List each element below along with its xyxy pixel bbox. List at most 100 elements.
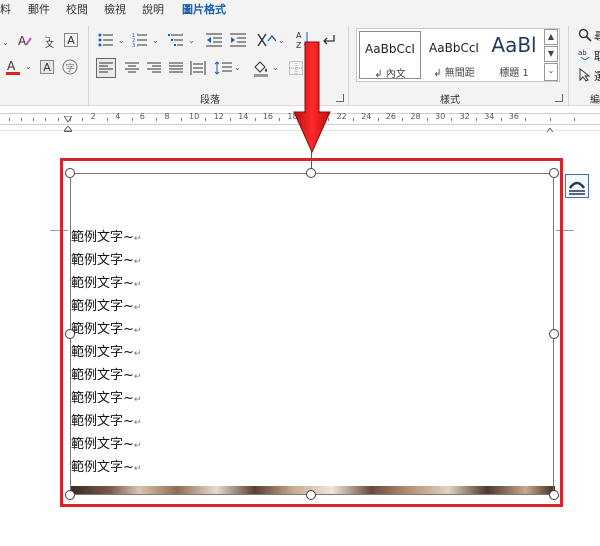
ruler-number: 12: [213, 112, 224, 121]
bullets-caret-icon[interactable]: ⌄: [118, 36, 125, 45]
highlight-box: [60, 158, 563, 507]
tab-mailings[interactable]: 郵件: [28, 1, 50, 17]
align-right-icon[interactable]: [144, 58, 164, 78]
paragraph-group-label: 段落: [200, 95, 220, 106]
ruler-tick: [45, 118, 47, 121]
ruler-number: 30: [435, 112, 446, 121]
tab-picture-format[interactable]: 圖片格式: [182, 1, 226, 17]
styles-group-label: 樣式: [440, 95, 460, 106]
line-spacing-icon[interactable]: [214, 58, 232, 78]
svg-text:A: A: [7, 59, 16, 73]
ruler-tick: [475, 118, 477, 121]
ruler-number: 6: [139, 112, 145, 121]
ruler-tick: [8, 118, 10, 121]
ruler-number: 26: [385, 112, 396, 121]
distributed-icon[interactable]: [188, 58, 208, 78]
ruler-tick: [451, 118, 453, 121]
multilevel-list-icon[interactable]: [168, 32, 184, 48]
shading-icon[interactable]: [252, 58, 270, 78]
numbering-icon[interactable]: 123: [132, 32, 148, 48]
ruler-tick: [57, 118, 59, 121]
layout-options-icon: [568, 181, 586, 195]
ruler-tick: [229, 118, 231, 121]
shading-caret-icon[interactable]: ⌄: [272, 63, 279, 72]
font-size-caret-icon[interactable]: ⌄: [2, 38, 9, 47]
ruler-tick: [180, 118, 182, 121]
first-line-indent-marker-icon[interactable]: [63, 109, 73, 123]
ruler-tick: [500, 118, 502, 121]
ruler-number: 8: [164, 112, 170, 121]
style-no-spacing-name: ↲ 無間距: [433, 68, 475, 79]
font-color-caret-icon[interactable]: ⌄: [25, 62, 32, 71]
ruler-number: 24: [361, 112, 372, 121]
layout-options-button[interactable]: [565, 174, 589, 198]
svg-text:A: A: [18, 34, 27, 47]
ribbon-separator: [88, 26, 89, 106]
svg-text:文: 文: [45, 38, 54, 48]
hanging-indent-marker-icon[interactable]: [62, 121, 74, 136]
decrease-indent-icon[interactable]: [206, 32, 222, 48]
increase-indent-icon[interactable]: [230, 32, 246, 48]
gallery-scroll-up-icon[interactable]: ▲: [544, 29, 558, 45]
ruler-tick: [205, 118, 207, 121]
select-label[interactable]: 選: [594, 68, 600, 84]
right-indent-marker-icon[interactable]: [545, 121, 555, 135]
svg-text:字: 字: [66, 62, 75, 74]
line-spacing-caret-icon[interactable]: ⌄: [234, 63, 241, 72]
bullets-icon[interactable]: [98, 32, 114, 48]
justify-icon[interactable]: [166, 58, 186, 78]
phonetic-guide-icon[interactable]: ㄅ文: [42, 32, 58, 48]
ruler-number: 36: [508, 112, 519, 121]
tab-references[interactable]: 料: [0, 1, 11, 17]
ruler-number: 32: [459, 112, 470, 121]
multilevel-caret-icon[interactable]: ⌄: [188, 36, 195, 45]
ruler-tick: [352, 118, 354, 121]
enclose-characters-icon[interactable]: 字: [62, 59, 78, 75]
ruler-tick: [402, 118, 404, 121]
replace-label[interactable]: 取: [594, 48, 600, 64]
tab-review[interactable]: 校閱: [66, 1, 88, 17]
ruler-number: 2: [90, 112, 96, 121]
asian-layout-caret-icon[interactable]: ⌄: [278, 36, 285, 45]
style-no-spacing-sample: AaBbCcI: [429, 41, 479, 55]
paragraph-dialog-launcher-icon[interactable]: [336, 94, 344, 102]
tab-view[interactable]: 檢視: [104, 1, 126, 17]
style-normal[interactable]: AaBbCcI ↲ 內文: [359, 31, 421, 80]
ribbon-separator: [568, 26, 569, 106]
annotation-arrow-icon: [293, 41, 331, 154]
ruler-number: 28: [410, 112, 421, 121]
character-border-icon[interactable]: A: [64, 33, 78, 47]
svg-text:ab: ab: [578, 49, 587, 57]
gallery-more-icon[interactable]: ⌄: [544, 63, 558, 81]
styles-dialog-launcher-icon[interactable]: [555, 94, 563, 102]
asian-layout-icon[interactable]: [256, 31, 276, 49]
replace-icon[interactable]: ab: [578, 48, 592, 62]
gallery-scroll-down-icon[interactable]: ▼: [544, 46, 558, 62]
align-center-icon[interactable]: [122, 58, 142, 78]
character-shading-icon[interactable]: A: [40, 60, 54, 74]
style-heading-1-sample: AaBl: [491, 33, 537, 57]
ruler-number: 22: [336, 112, 347, 121]
tab-help[interactable]: 說明: [142, 1, 164, 17]
style-no-spacing[interactable]: AaBbCcI ↲ 無間距: [423, 31, 485, 79]
style-normal-name: ↲ 內文: [374, 69, 406, 80]
clear-formatting-icon[interactable]: A: [16, 32, 34, 48]
ruler-tick: [525, 118, 527, 121]
numbering-caret-icon[interactable]: ⌄: [152, 36, 159, 45]
ruler-number: 14: [238, 112, 249, 121]
ruler-number: 10: [189, 112, 200, 121]
ruler-number: 16: [262, 112, 273, 121]
menu-tab-bar: 料 郵件 校閱 檢視 說明 圖片格式: [0, 0, 600, 16]
ruler-tick: [33, 118, 35, 121]
svg-text:3: 3: [132, 43, 135, 47]
ruler-tick: [20, 118, 22, 121]
font-color-icon[interactable]: A: [4, 58, 22, 76]
select-icon[interactable]: [578, 68, 592, 82]
find-label[interactable]: 尋: [594, 28, 600, 44]
find-icon[interactable]: [578, 28, 592, 42]
ruler-tick: [574, 118, 576, 121]
align-left-icon[interactable]: [96, 58, 116, 78]
style-heading-1[interactable]: AaBl 標題 1: [487, 31, 541, 79]
ruler-tick: [254, 118, 256, 121]
ruler-tick: [156, 118, 158, 121]
